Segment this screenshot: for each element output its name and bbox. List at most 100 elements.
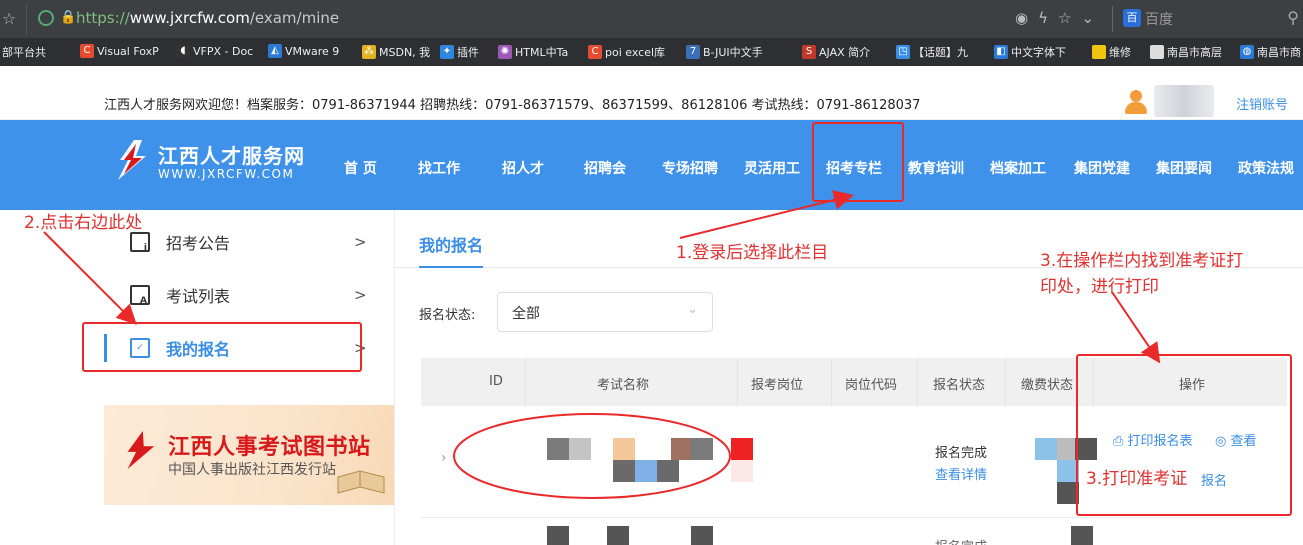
bookmark-label: 插件 xyxy=(457,46,479,59)
bookmark-label: VMware 9 xyxy=(285,44,340,58)
bookmarks-bar: 部平台共 C Visual FoxP ◖ VFPX - Doc ◭ VMware 9 … xyxy=(0,38,1303,66)
sidebar-item-label: 考试列表 xyxy=(166,287,231,306)
bookmark-favicon-icon: C xyxy=(80,44,94,58)
bookmark-item[interactable]: ◧ 中文字体下 xyxy=(994,44,1066,60)
browser-search-box[interactable]: 百 百度 ⚲ xyxy=(1112,6,1303,32)
redacted-pixel xyxy=(607,526,629,545)
column-divider xyxy=(831,358,832,406)
nav-party[interactable]: 集团党建 xyxy=(1074,158,1130,178)
table-row[interactable]: 报名完成 xyxy=(421,518,1287,545)
bookmark-label: B-JUI中文手 xyxy=(703,46,763,59)
nav-hire[interactable]: 招人才 xyxy=(502,158,544,178)
tab-my-registration[interactable]: 我的报名 xyxy=(419,232,483,256)
site-logo-icon[interactable] xyxy=(112,138,152,182)
bookmark-item[interactable]: ✦ 插件 xyxy=(440,44,479,60)
bookmark-star-icon[interactable]: ☆ xyxy=(2,9,16,28)
redacted-pixel xyxy=(671,438,693,460)
redacted-pixel xyxy=(691,438,713,460)
redacted-pixel xyxy=(613,460,635,482)
bookmark-item[interactable]: S AJAX 简介 xyxy=(802,44,870,60)
bookstore-logo-icon xyxy=(127,431,155,469)
bookmark-item[interactable]: 7 B-JUI中文手 xyxy=(686,44,763,60)
nav-policy[interactable]: 政策法规 xyxy=(1238,158,1294,178)
favorite-star-icon[interactable]: ☆ xyxy=(1058,9,1081,27)
nav-news[interactable]: 集团要闻 xyxy=(1156,158,1212,178)
annotation-text-step2: 2.点击右边此处 xyxy=(24,213,143,233)
bookmark-item[interactable]: ◭ VMware 9 xyxy=(268,44,339,58)
redacted-pixel xyxy=(1035,438,1057,460)
banner-title: 江西人事考试图书站 xyxy=(168,435,371,460)
site-name[interactable]: 江西人才服务网 xyxy=(158,140,305,169)
sidebar-item-label: 招考公告 xyxy=(166,234,231,253)
chevron-down-icon: ⌄ xyxy=(687,302,698,317)
book-icon xyxy=(337,470,385,494)
bookmark-item[interactable]: ◖ VFPX - Doc xyxy=(176,44,253,58)
search-icon[interactable]: ⚲ xyxy=(1287,8,1299,27)
exam-bookstore-banner[interactable]: 江西人事考试图书站 中国人事出版社江西发行站 xyxy=(104,405,394,505)
redacted-pixel xyxy=(1071,526,1093,545)
bookmark-item[interactable]: 南昌市高层 xyxy=(1150,44,1222,60)
banner-subtitle: 中国人事出版社江西发行站 xyxy=(168,462,336,478)
annotation-box-my-registration xyxy=(82,322,362,372)
bookmark-item[interactable]: ◳ 【话题】九 xyxy=(896,44,968,60)
bookmark-item[interactable]: C Visual FoxP xyxy=(80,44,159,58)
camera-icon[interactable]: ◉ xyxy=(1015,9,1038,27)
redacted-pixel xyxy=(613,438,635,460)
nav-find-job[interactable]: 找工作 xyxy=(418,158,460,178)
bookmark-label: 【话题】九 xyxy=(913,46,968,59)
user-icon-body xyxy=(1125,102,1147,114)
annotation-text-step3-line2: 印处，进行打印 xyxy=(1040,277,1159,297)
lightning-icon[interactable]: ϟ xyxy=(1038,9,1058,27)
divider xyxy=(26,4,27,34)
bookmark-label: 维修 xyxy=(1109,46,1131,59)
chevron-down-icon[interactable]: ⌄ xyxy=(1081,9,1104,27)
bookmark-favicon-icon: ◭ xyxy=(268,44,282,58)
top-info-strip: 江西人才服务网欢迎您！档案服务：0791-86371944 招聘热线：0791-… xyxy=(0,66,1303,120)
nav-home[interactable]: 首 页 xyxy=(344,158,377,178)
sidebar-item-notices[interactable]: i 招考公告 > xyxy=(104,222,384,262)
nav-education[interactable]: 教育培训 xyxy=(908,158,964,178)
expand-chevron-icon[interactable]: › xyxy=(441,450,447,466)
bookmark-item[interactable]: 部平台共 xyxy=(2,44,46,60)
list-icon: A xyxy=(130,285,150,306)
lock-icon: 🔒 xyxy=(60,10,77,25)
redacted-pixel xyxy=(731,438,753,460)
bookmark-item[interactable]: Cpoi excel库 xyxy=(588,44,665,60)
sidebar-item-exam-list[interactable]: A 考试列表 > xyxy=(104,275,384,315)
chevron-right-icon: > xyxy=(354,233,367,251)
view-detail-link[interactable]: 查看详情 xyxy=(935,464,987,483)
nav-job-fair[interactable]: 招聘会 xyxy=(584,158,626,178)
annotation-box-exam-column xyxy=(812,122,904,202)
nav-archive[interactable]: 档案加工 xyxy=(990,158,1046,178)
annotation-text-step3-line1: 3.在操作栏内找到准考证打 xyxy=(1040,251,1244,271)
logout-link[interactable]: 注销账号 xyxy=(1236,94,1288,113)
bookmark-favicon-icon: C xyxy=(588,45,602,59)
tab-underline xyxy=(419,266,483,268)
main-nav: 江西人才服务网 WWW.JXRCFW.COM 首 页 找工作 招人才 招聘会 专… xyxy=(0,120,1303,210)
avatar[interactable] xyxy=(1125,90,1147,114)
redacted-pixel xyxy=(657,460,679,482)
bookmark-label: Visual FoxP xyxy=(97,44,159,58)
site-url: WWW.JXRCFW.COM xyxy=(158,167,295,181)
annotation-text-step1: 1.登录后选择此栏目 xyxy=(676,243,829,263)
bookmark-favicon-icon: ◖ xyxy=(176,44,190,58)
column-divider xyxy=(525,358,526,406)
bookmark-item[interactable]: ◍ 南昌市商 xyxy=(1240,44,1301,60)
status-filter-select[interactable]: 全部 ⌄ xyxy=(497,292,713,332)
nav-special-recruit[interactable]: 专场招聘 xyxy=(662,158,718,178)
status-filter-value: 全部 xyxy=(512,306,540,322)
bookmark-label: AJAX 简介 xyxy=(819,46,871,59)
url-field[interactable]: https://www.jxrcfw.com/exam/mine xyxy=(76,9,339,27)
bookmark-item[interactable]: ⁂ MSDN, 我 xyxy=(362,44,430,60)
nav-flexible-work[interactable]: 灵活用工 xyxy=(744,158,800,178)
shield-icon[interactable] xyxy=(38,10,54,26)
bookmark-favicon-icon: ◧ xyxy=(994,45,1008,59)
search-engine-name: 百度 xyxy=(1145,12,1173,28)
baidu-logo-icon: 百 xyxy=(1123,9,1141,27)
browser-tools[interactable]: ◉ϟ☆⌄ xyxy=(1015,9,1104,27)
username-blurred xyxy=(1154,85,1214,117)
bookmark-label: HTML中Ta xyxy=(515,46,569,59)
bookmark-item[interactable]: ✺ HTML中Ta xyxy=(498,44,568,60)
bookmark-item[interactable]: 维修 xyxy=(1092,44,1131,60)
column-header: 报名状态 xyxy=(933,378,986,393)
